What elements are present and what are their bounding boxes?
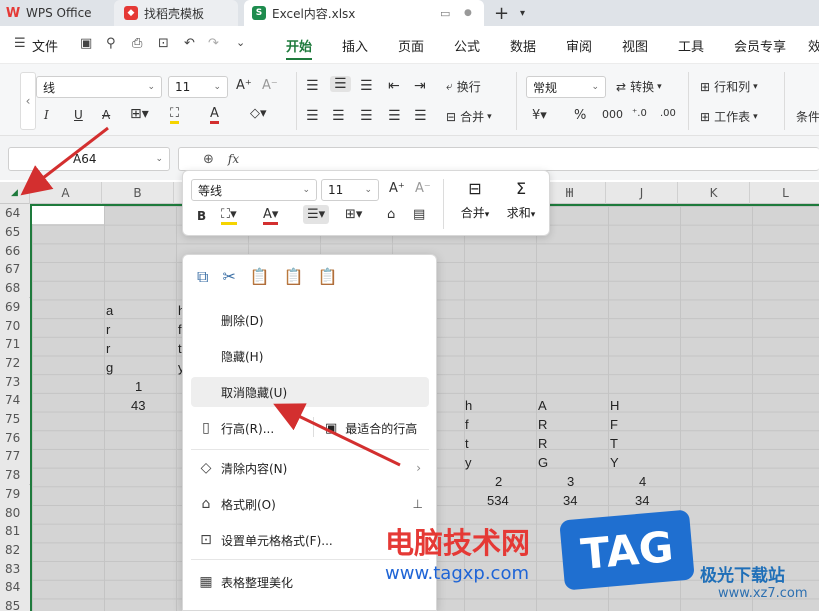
arrow-to-select-all [20,126,109,196]
watermark-site-url: www.xz7.com [718,586,808,601]
watermark-url: www.tagxp.com [385,563,529,584]
tag-logo: TAG [559,509,695,591]
watermark-cn: 电脑技术网 [385,526,531,560]
arrow-to-unhide [273,403,401,467]
watermark-site: 极光下载站 [700,566,785,586]
tag-logo-text: TAG [578,521,676,579]
